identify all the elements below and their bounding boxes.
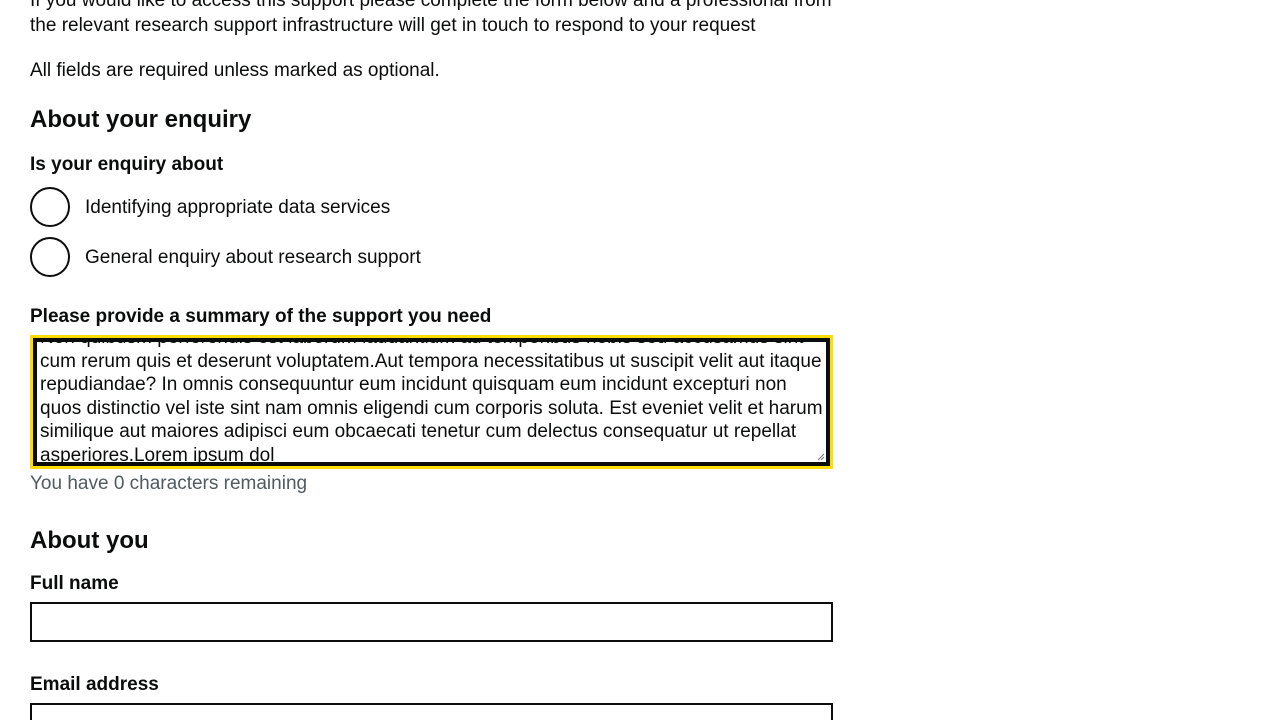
about-you-heading: About you — [30, 527, 149, 554]
full-name-label: Full name — [30, 573, 119, 594]
required-fields-note: All fields are required unless marked as… — [30, 60, 440, 81]
radio-label-general-enquiry[interactable]: General enquiry about research support — [85, 245, 421, 270]
about-enquiry-heading: About your enquiry — [30, 106, 252, 133]
radio-label-data-services[interactable]: Identifying appropriate data services — [85, 195, 390, 220]
email-address-label: Email address — [30, 674, 159, 695]
summary-textarea-focus-ring[interactable]: Non quibusm perferendis est laborum laud… — [30, 335, 833, 469]
summary-label: Please provide a summary of the support … — [30, 306, 492, 327]
radio-button-general-enquiry[interactable] — [30, 237, 70, 277]
radio-option-general-enquiry[interactable]: General enquiry about research support — [30, 237, 833, 277]
enquiry-form: If you would like to access this support… — [30, 0, 833, 720]
page: If you would like to access this support… — [0, 0, 1280, 720]
summary-textarea-value[interactable]: Non quibusm perferendis est laborum laud… — [40, 342, 826, 462]
characters-remaining-hint: You have 0 characters remaining — [30, 473, 308, 494]
resize-grip-icon[interactable] — [817, 453, 825, 461]
summary-textarea[interactable]: Non quibusm perferendis est laborum laud… — [33, 338, 830, 466]
radio-option-data-services[interactable]: Identifying appropriate data services — [30, 187, 833, 227]
email-address-input[interactable] — [30, 703, 833, 720]
enquiry-type-radio-group: Identifying appropriate data services Ge… — [30, 187, 833, 277]
enquiry-type-question: Is your enquiry about — [30, 154, 224, 175]
intro-text: If you would like to access this support… — [30, 0, 832, 36]
radio-button-data-services[interactable] — [30, 187, 70, 227]
full-name-input[interactable] — [30, 602, 833, 642]
